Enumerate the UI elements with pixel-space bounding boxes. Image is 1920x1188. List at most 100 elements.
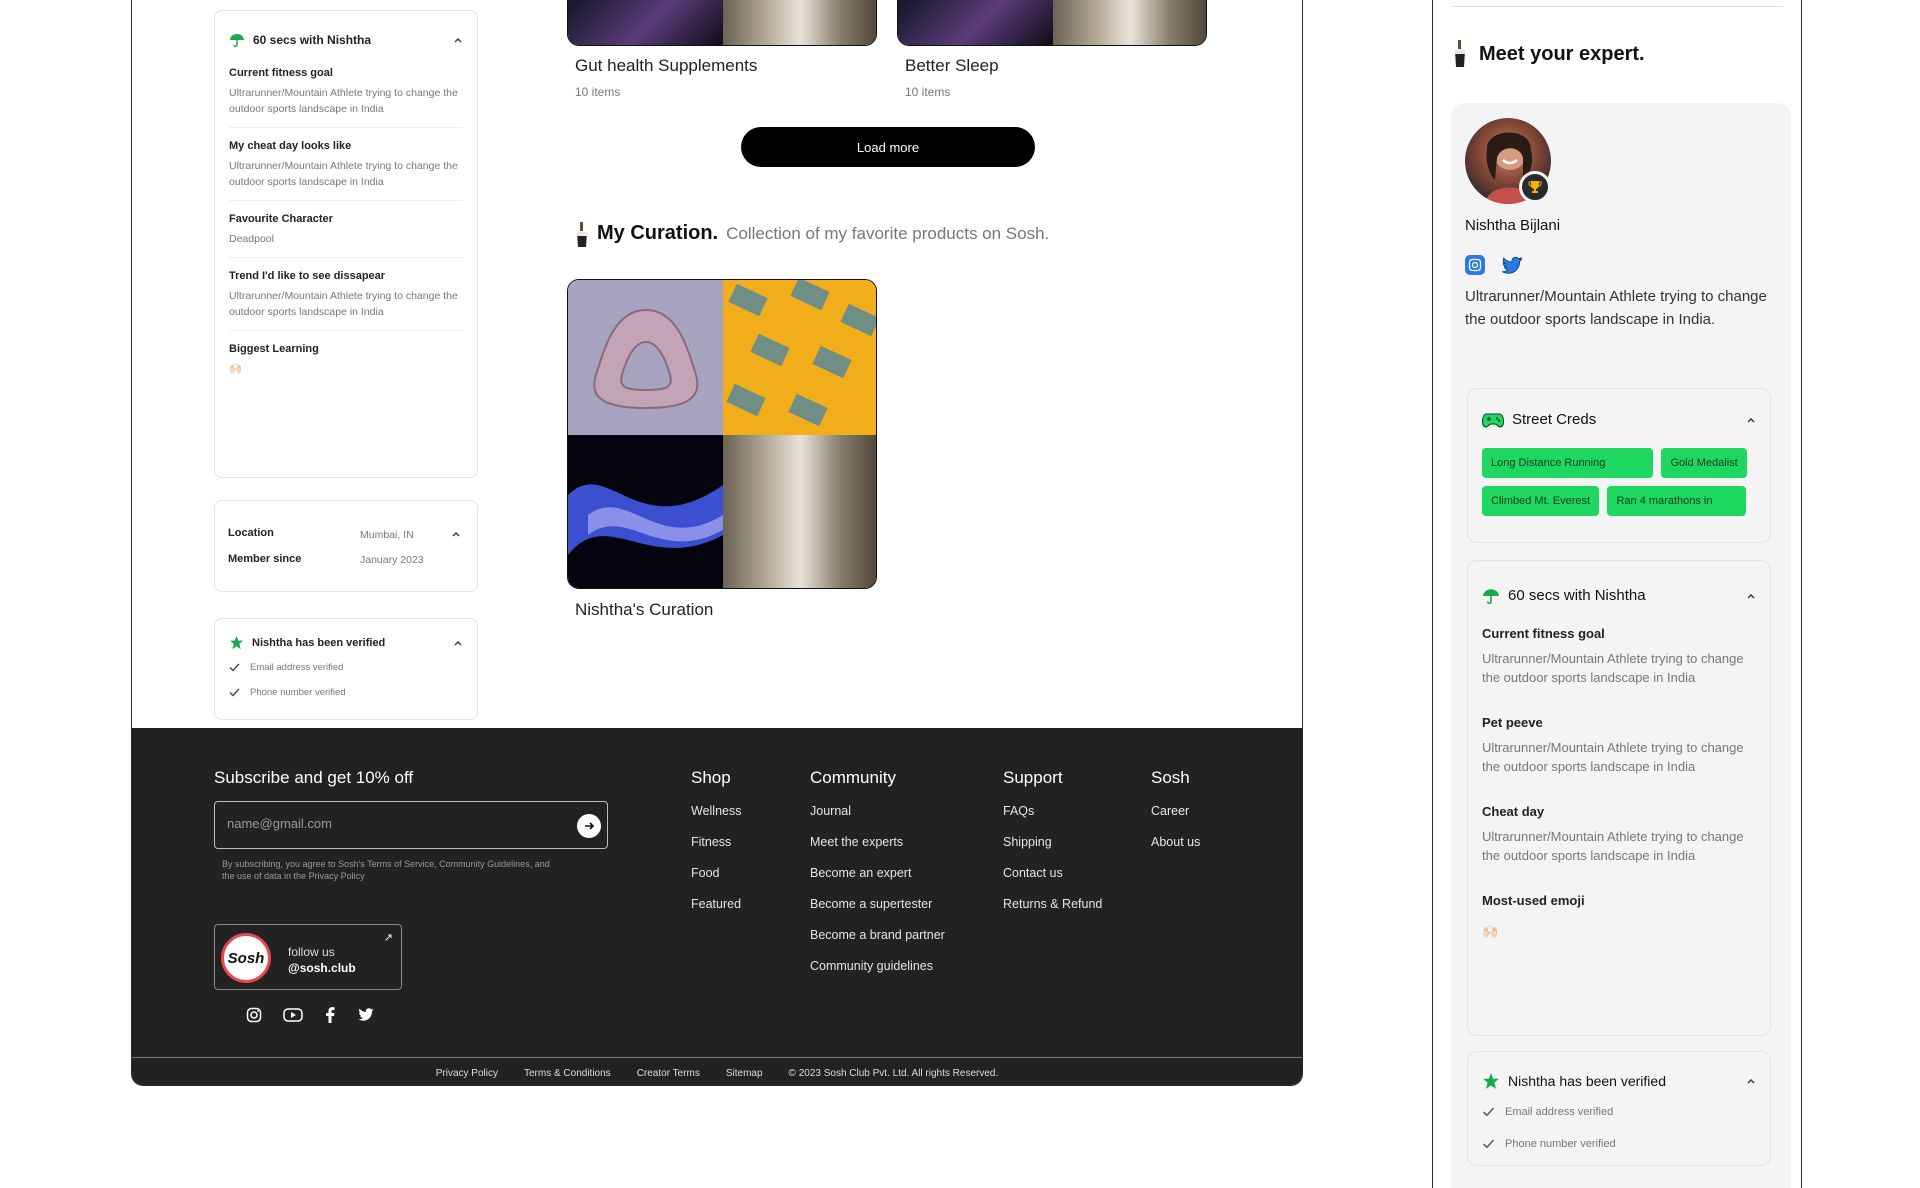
product-count: 10 items — [905, 85, 951, 99]
instagram-icon[interactable] — [245, 1006, 263, 1024]
email-input[interactable] — [227, 816, 557, 831]
chevron-up-icon[interactable] — [1746, 415, 1756, 425]
verified-item-label: Email address verified — [250, 662, 344, 673]
qa-item: My cheat day looks like Ultrarunner/Moun… — [229, 128, 463, 201]
verified-item: Email address verified — [229, 662, 463, 673]
verified-header[interactable]: Nishtha has been verified — [229, 635, 463, 650]
footer-link[interactable]: Journal — [810, 804, 945, 818]
check-icon — [229, 688, 240, 697]
follow-label: follow us — [288, 945, 335, 959]
chevron-up-icon[interactable] — [1746, 591, 1756, 601]
trophy-badge-icon — [1519, 171, 1551, 203]
street-creds-header[interactable]: Street Creds — [1482, 411, 1756, 428]
star-badge-icon — [229, 635, 244, 650]
chevron-up-icon[interactable] — [451, 529, 461, 539]
qa-item: Most-used emoji 🙌🏻 — [1482, 893, 1756, 941]
expert-name: Nishtha Bijlani — [1465, 217, 1561, 234]
street-cred-tag[interactable]: Gold Medalist — [1661, 448, 1747, 478]
qa-answer: Ultrarunner/Mountain Athlete trying to c… — [229, 160, 458, 188]
subscribe-title: Subscribe and get 10% off — [214, 768, 414, 787]
creator-terms-link[interactable]: Creator Terms — [637, 1068, 700, 1079]
footer-link[interactable]: About us — [1151, 835, 1200, 849]
footer-column-support: Support FAQs Shipping Contact us Returns… — [1003, 768, 1102, 928]
follow-us-card[interactable]: Sosh follow us @sosh.club ↗ — [214, 924, 402, 990]
product-collection-image[interactable] — [567, 0, 877, 46]
verified-card: Nishtha has been verified Email address … — [1467, 1051, 1771, 1166]
product-count: 10 items — [575, 85, 621, 99]
footer-link[interactable]: FAQs — [1003, 804, 1102, 818]
footer-bottom-links: Privacy Policy Terms & Conditions Creato… — [132, 1068, 1302, 1079]
footer-link[interactable]: Become a brand partner — [810, 928, 945, 942]
instagram-icon[interactable] — [1465, 255, 1485, 275]
verified-card: Nishtha has been verified Email address … — [214, 618, 478, 720]
footer-column-heading: Community — [810, 768, 896, 787]
verified-item: Email address verified — [1482, 1106, 1756, 1118]
facebook-icon[interactable] — [321, 1006, 339, 1024]
youtube-icon[interactable] — [283, 1006, 303, 1024]
footer-link[interactable]: Shipping — [1003, 835, 1102, 849]
curation-collage[interactable] — [567, 279, 877, 589]
footer-link[interactable]: Community guidelines — [810, 959, 945, 973]
check-icon — [1482, 1107, 1495, 1117]
street-cred-tag[interactable]: Long Distance Running — [1482, 448, 1653, 478]
product-title[interactable]: Better Sleep — [905, 56, 999, 76]
verified-item-label: Phone number verified — [1505, 1138, 1616, 1150]
divider — [1453, 6, 1783, 7]
curation-image-ring — [568, 280, 723, 435]
footer-link[interactable]: Meet the experts — [810, 835, 945, 849]
footer-link[interactable]: Wellness — [691, 804, 741, 818]
sixty-secs-header[interactable]: 60 secs with Nishtha — [1482, 587, 1756, 604]
verified-item-label: Email address verified — [1505, 1106, 1614, 1118]
footer-column-heading: Support — [1003, 768, 1063, 787]
site-footer: Subscribe and get 10% off By subscribing… — [132, 728, 1302, 1085]
footer-link[interactable]: Become an expert — [810, 866, 945, 880]
footer-link[interactable]: Food — [691, 866, 741, 880]
sixty-secs-header[interactable]: 60 secs with Nishtha — [229, 33, 463, 47]
street-cred-tag[interactable]: Climbed Mt. Everest — [1482, 486, 1600, 516]
product-title[interactable]: Gut health Supplements — [575, 56, 757, 76]
twitter-icon[interactable] — [1501, 256, 1523, 280]
subscribe-email-box — [214, 801, 608, 849]
qa-question: Current fitness goal — [1482, 626, 1605, 641]
verified-title: Nishtha has been verified — [1508, 1073, 1666, 1089]
footer-link[interactable]: Returns & Refund — [1003, 897, 1102, 911]
curation-card-title[interactable]: Nishtha's Curation — [575, 600, 713, 620]
star-badge-icon — [1483, 1073, 1499, 1089]
footer-link[interactable]: Contact us — [1003, 866, 1102, 880]
footer-column-shop: Shop Wellness Fitness Food Featured — [691, 768, 741, 928]
footer-link[interactable]: Featured — [691, 897, 741, 911]
chevron-up-icon[interactable] — [453, 35, 463, 45]
qa-item: Trend I'd like to see dissapear Ultrarun… — [229, 258, 463, 331]
chevron-up-icon[interactable] — [453, 638, 463, 648]
twitter-icon[interactable] — [357, 1006, 375, 1024]
footer-link[interactable]: Career — [1151, 804, 1200, 818]
verified-item: Phone number verified — [229, 687, 463, 698]
curation-subtitle: Collection of my favorite products on So… — [726, 224, 1050, 243]
chevron-up-icon[interactable] — [1746, 1076, 1756, 1086]
location-label: Location — [228, 527, 274, 539]
external-link-icon: ↗ — [383, 932, 393, 944]
footer-link[interactable]: Fitness — [691, 835, 741, 849]
street-creds-card: Street Creds Long Distance Running Gold … — [1467, 388, 1771, 543]
product-collection-image[interactable] — [897, 0, 1207, 46]
sixty-secs-card: 60 secs with Nishtha Current fitness goa… — [214, 10, 478, 478]
footer-link[interactable]: Become a supertester — [810, 897, 945, 911]
sitemap-link[interactable]: Sitemap — [726, 1068, 763, 1079]
qa-answer: Ultrarunner/Mountain Athlete trying to c… — [229, 87, 458, 115]
arrow-right-icon — [585, 822, 595, 830]
load-more-button[interactable]: Load more — [741, 127, 1035, 167]
street-cred-tag[interactable]: Ran 4 marathons in — [1607, 486, 1747, 516]
privacy-policy-link[interactable]: Privacy Policy — [436, 1068, 498, 1079]
qa-answer: Ultrarunner/Mountain Athlete trying to c… — [1482, 651, 1744, 685]
verified-header[interactable]: Nishtha has been verified — [1482, 1072, 1756, 1090]
qa-question: Current fitness goal — [229, 67, 333, 79]
footer-column-heading: Shop — [691, 768, 731, 787]
qa-question: Pet peeve — [1482, 715, 1543, 730]
qa-item: Cheat day Ultrarunner/Mountain Athlete t… — [1482, 804, 1756, 865]
sosh-logo: Sosh — [221, 933, 271, 983]
submit-arrow-button[interactable] — [577, 814, 601, 838]
location-card: Location Mumbai, IN Member since January… — [214, 500, 478, 592]
terms-link[interactable]: Terms & Conditions — [524, 1068, 611, 1079]
curation-title: My Curation. — [597, 222, 719, 244]
qa-item: Biggest Learning 🙌🏻 — [229, 331, 463, 387]
